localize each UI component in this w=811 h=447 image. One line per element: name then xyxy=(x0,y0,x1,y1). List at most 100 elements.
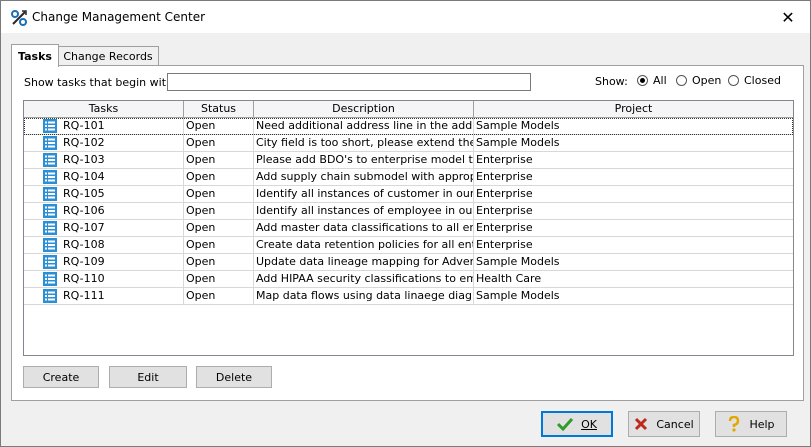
status-cell: Open xyxy=(184,254,254,271)
create-button[interactable]: Create xyxy=(23,366,99,388)
description-cell: Add supply chain submodel with appropria… xyxy=(254,169,474,186)
cancel-button[interactable]: Cancel xyxy=(628,411,700,437)
help-label: Help xyxy=(749,417,775,431)
task-cell: RQ-111 xyxy=(24,288,184,305)
help-button[interactable]: Help xyxy=(715,411,787,437)
task-list-icon xyxy=(43,170,57,184)
description-cell: Identify all instances of employee in ou… xyxy=(254,203,474,220)
task-list-icon xyxy=(43,255,57,269)
table-row[interactable]: RQ-107 Open Add master data classification… xyxy=(24,220,793,237)
show-open-label: Open xyxy=(692,74,722,87)
task-id: RQ-106 xyxy=(63,204,105,217)
ok-button[interactable]: OK xyxy=(541,411,613,437)
task-list-icon xyxy=(43,136,57,150)
task-cell: RQ-104 xyxy=(24,169,184,186)
task-cell: RQ-106 xyxy=(24,203,184,220)
table-row[interactable]: RQ-108 Open Create data retention policies… xyxy=(24,237,793,254)
column-header-project[interactable]: Project xyxy=(474,101,793,117)
column-header-tasks[interactable]: Tasks xyxy=(24,101,184,117)
tab-tasks[interactable]: Tasks xyxy=(11,44,59,67)
project-cell: Health Care xyxy=(476,272,542,285)
project-cell: Enterprise xyxy=(476,153,533,166)
task-cell: RQ-110 xyxy=(24,271,184,288)
status-cell: Open xyxy=(184,135,254,152)
filter-input[interactable] xyxy=(167,73,531,91)
task-cell: RQ-105 xyxy=(24,186,184,203)
cancel-label: Cancel xyxy=(656,417,694,431)
task-list-icon xyxy=(43,238,57,252)
ok-label: OK xyxy=(581,417,597,431)
status-cell: Open xyxy=(184,169,254,186)
change-management-icon xyxy=(11,10,27,26)
description-cell: Update data lineage mapping for Adventu.… xyxy=(254,254,474,271)
status-cell: Open xyxy=(184,152,254,169)
grid-header: Tasks Status Description Project xyxy=(24,101,793,118)
status-cell: Open xyxy=(184,118,254,135)
description-cell: City field is too short, please extend t… xyxy=(254,135,474,152)
change-management-window: Change Management Center ✕ Tasks Change … xyxy=(0,0,811,447)
column-header-status[interactable]: Status xyxy=(184,101,254,117)
table-row[interactable]: RQ-109 Open Update data lineage mapping fo… xyxy=(24,254,793,271)
task-id: RQ-111 xyxy=(63,289,105,302)
task-list-icon xyxy=(43,221,57,235)
task-cell: RQ-107 xyxy=(24,220,184,237)
description-cell: Add master data classifications to all e… xyxy=(254,220,474,237)
close-button[interactable]: ✕ xyxy=(766,1,810,33)
table-row[interactable]: RQ-103 Open Please add BDO's to enterprise… xyxy=(24,152,793,169)
task-list-icon xyxy=(43,204,57,218)
project-cell: Enterprise xyxy=(476,187,533,200)
tasks-grid[interactable]: Tasks Status Description Project RQ-101 O… xyxy=(23,100,794,356)
task-id: RQ-107 xyxy=(63,221,105,234)
tasks-panel: Show tasks that begin with: Show: All Op… xyxy=(11,65,804,401)
description-cell: Identify all instances of customer in ou… xyxy=(254,186,474,203)
edit-button[interactable]: Edit xyxy=(109,366,187,388)
description-cell: Add HIPAA security classifications to em… xyxy=(254,271,474,288)
task-id: RQ-108 xyxy=(63,238,105,251)
task-id: RQ-104 xyxy=(63,170,105,183)
task-id: RQ-105 xyxy=(63,187,105,200)
window-title: Change Management Center xyxy=(32,10,206,24)
radio-icon xyxy=(728,75,739,86)
project-cell: Enterprise xyxy=(476,221,533,234)
filter-label: Show tasks that begin with: xyxy=(24,76,177,89)
task-cell: RQ-102 xyxy=(24,135,184,152)
show-open-radio[interactable]: Open xyxy=(676,74,721,87)
question-icon xyxy=(727,416,741,432)
task-id: RQ-109 xyxy=(63,255,105,268)
task-id: RQ-110 xyxy=(63,272,105,285)
checkmark-icon xyxy=(557,417,574,431)
table-row[interactable]: RQ-105 Open Identify all instances of cust… xyxy=(24,186,793,203)
delete-button[interactable]: Delete xyxy=(196,366,272,388)
show-all-radio[interactable]: All xyxy=(637,74,667,87)
task-id: RQ-103 xyxy=(63,153,105,166)
task-cell: RQ-103 xyxy=(24,152,184,169)
task-list-icon xyxy=(43,272,57,286)
status-cell: Open xyxy=(184,288,254,305)
project-cell: Sample Models xyxy=(476,136,560,149)
description-cell: Need additional address line in the addr… xyxy=(254,118,474,135)
description-cell: Please add BDO's to enterprise model to … xyxy=(254,152,474,169)
task-id: RQ-101 xyxy=(63,119,105,132)
tab-change-records[interactable]: Change Records xyxy=(57,46,159,66)
description-cell: Create data retention policies for all e… xyxy=(254,237,474,254)
project-cell: Enterprise xyxy=(476,238,533,251)
radio-selected-icon xyxy=(637,75,648,86)
show-label: Show: xyxy=(595,75,628,88)
table-row[interactable]: RQ-110 Open Add HIPAA security classificat… xyxy=(24,271,793,288)
task-list-icon xyxy=(43,119,57,133)
status-cell: Open xyxy=(184,271,254,288)
table-row[interactable]: RQ-111 Open Map data flows using data lina… xyxy=(24,288,793,305)
table-row[interactable]: RQ-106 Open Identify all instances of empl… xyxy=(24,203,793,220)
status-cell: Open xyxy=(184,203,254,220)
status-cell: Open xyxy=(184,237,254,254)
task-cell: RQ-108 xyxy=(24,237,184,254)
show-closed-label: Closed xyxy=(744,74,781,87)
column-header-description[interactable]: Description xyxy=(254,101,474,117)
show-all-label: All xyxy=(653,74,667,87)
table-row[interactable]: RQ-102 Open City field is too short, pleas… xyxy=(24,135,793,152)
task-cell: RQ-109 xyxy=(24,254,184,271)
table-row[interactable]: RQ-101 Open Need additional address line i… xyxy=(24,118,793,135)
table-row[interactable]: RQ-104 Open Add supply chain submodel with… xyxy=(24,169,793,186)
radio-icon xyxy=(676,75,687,86)
show-closed-radio[interactable]: Closed xyxy=(728,74,781,87)
